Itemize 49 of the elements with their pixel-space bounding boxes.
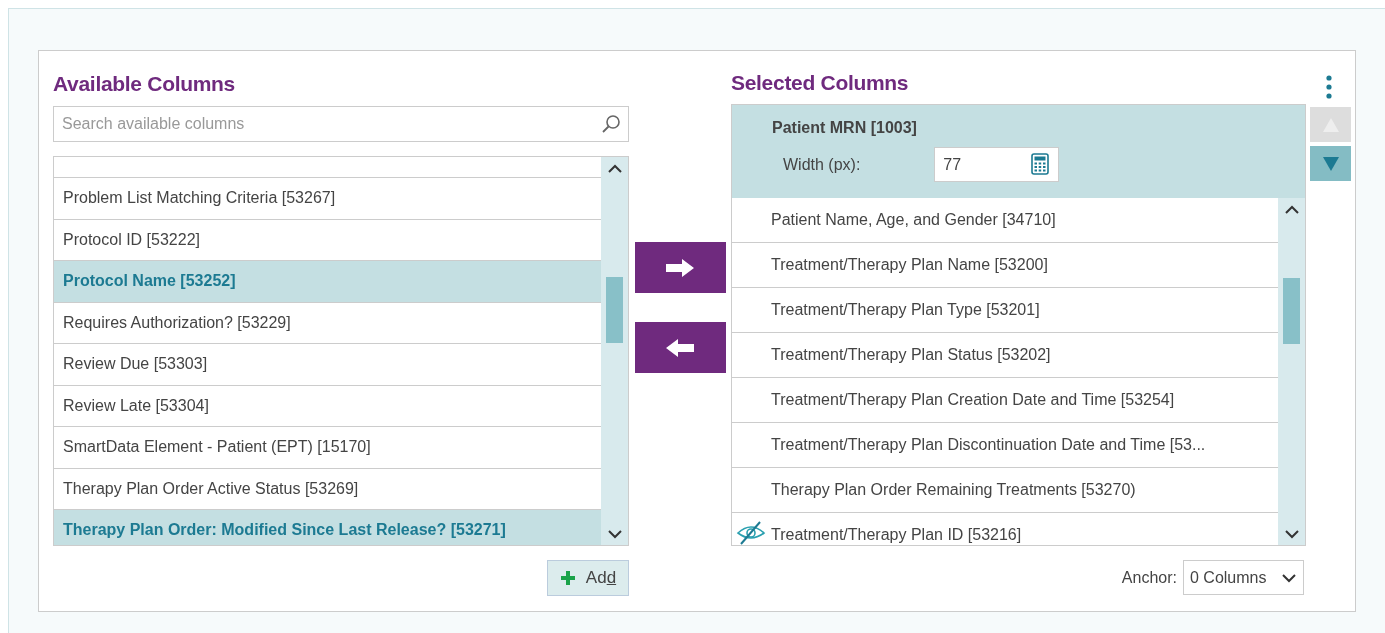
column-label: Treatment/Therapy Plan Creation Date and Time [53254] [771,391,1175,409]
column-label: Treatment/Therapy Plan Status [53202] [771,346,1051,364]
list-item[interactable]: Protocol Name [53252] [54,261,601,303]
search-icon[interactable] [601,114,621,134]
search-field[interactable]: Search available columns [53,106,629,142]
scrollbar-thumb[interactable] [606,277,623,343]
list-item[interactable]: Therapy Plan Order: Modified Since Last Release? [53271] [54,510,601,545]
list-item[interactable]: Problem List Matching Criteria [53267] [54,178,601,220]
list-item[interactable]: Patient Name, Age, and Gender [34710] [732,198,1278,243]
chevron-down-icon [1281,572,1297,583]
column-label: Treatment/Therapy Plan Name [53200] [771,256,1048,274]
list-item[interactable]: SmartData Element - Patient (EPT) [15170] [54,427,601,469]
panel-title: Available Columns [53,71,236,97]
column-name: Patient MRN [1003] [772,119,918,137]
list-item[interactable]: Requires Authorization? [53229] [54,302,601,344]
move-left-button[interactable] [634,322,726,373]
width-field[interactable]: 77 [934,147,1060,182]
column-label: Treatment/Therapy Plan ID [53216] [771,526,1022,544]
column-label: Therapy Plan Order Remaining Treatments [53270) [771,481,1136,499]
scrollbar[interactable] [601,157,628,545]
list-item[interactable]: Review Due [53303] [54,344,601,386]
arrow-right-icon [665,257,695,278]
list-item[interactable]: Treatment/Therapy Plan Name [53200] [732,243,1278,288]
scrollbar-thumb[interactable] [1283,278,1300,344]
plus-icon [559,570,576,586]
move-right-button[interactable] [634,242,726,293]
column-label: Patient Name, Age, and Gender [34710] [771,211,1056,229]
panel-title: Selected Columns [731,70,909,96]
add-button[interactable]: Add [547,560,629,596]
anchor-label: Anchor: [1121,568,1177,587]
chevron-down-icon[interactable] [1283,529,1300,539]
list-item[interactable]: Treatment/Therapy Plan Discontinuation Date and Time [53... [732,423,1278,468]
arrow-left-icon [665,337,695,358]
calculator-icon[interactable] [1031,153,1050,175]
width-label: Width (px): [783,155,861,174]
chevron-up-icon[interactable] [606,164,623,174]
list-item[interactable]: Review Late [53304] [54,385,601,427]
column-label: Treatment/Therapy Plan Discontinuation Date and Time [53... [771,436,1206,454]
more-options-icon[interactable] [1325,74,1333,99]
list-item[interactable]: Treatment/Therapy Plan Type [53201] [732,288,1278,333]
triangle-down-icon [1322,156,1339,171]
scrollbar[interactable] [1278,198,1305,545]
chevron-up-icon[interactable] [1283,205,1300,215]
anchor-dropdown[interactable]: 0 Columns [1183,560,1304,595]
list-item[interactable]: Therapy Plan Order Remaining Treatments [53270) [732,468,1278,513]
chevron-down-icon[interactable] [606,529,623,539]
column-label: Treatment/Therapy Plan Type [53201] [771,301,1040,319]
list-item[interactable]: Treatment/Therapy Plan Status [53202] [732,333,1278,378]
list-item[interactable]: Treatment/Therapy Plan Creation Date and Time [53254] [732,378,1278,423]
